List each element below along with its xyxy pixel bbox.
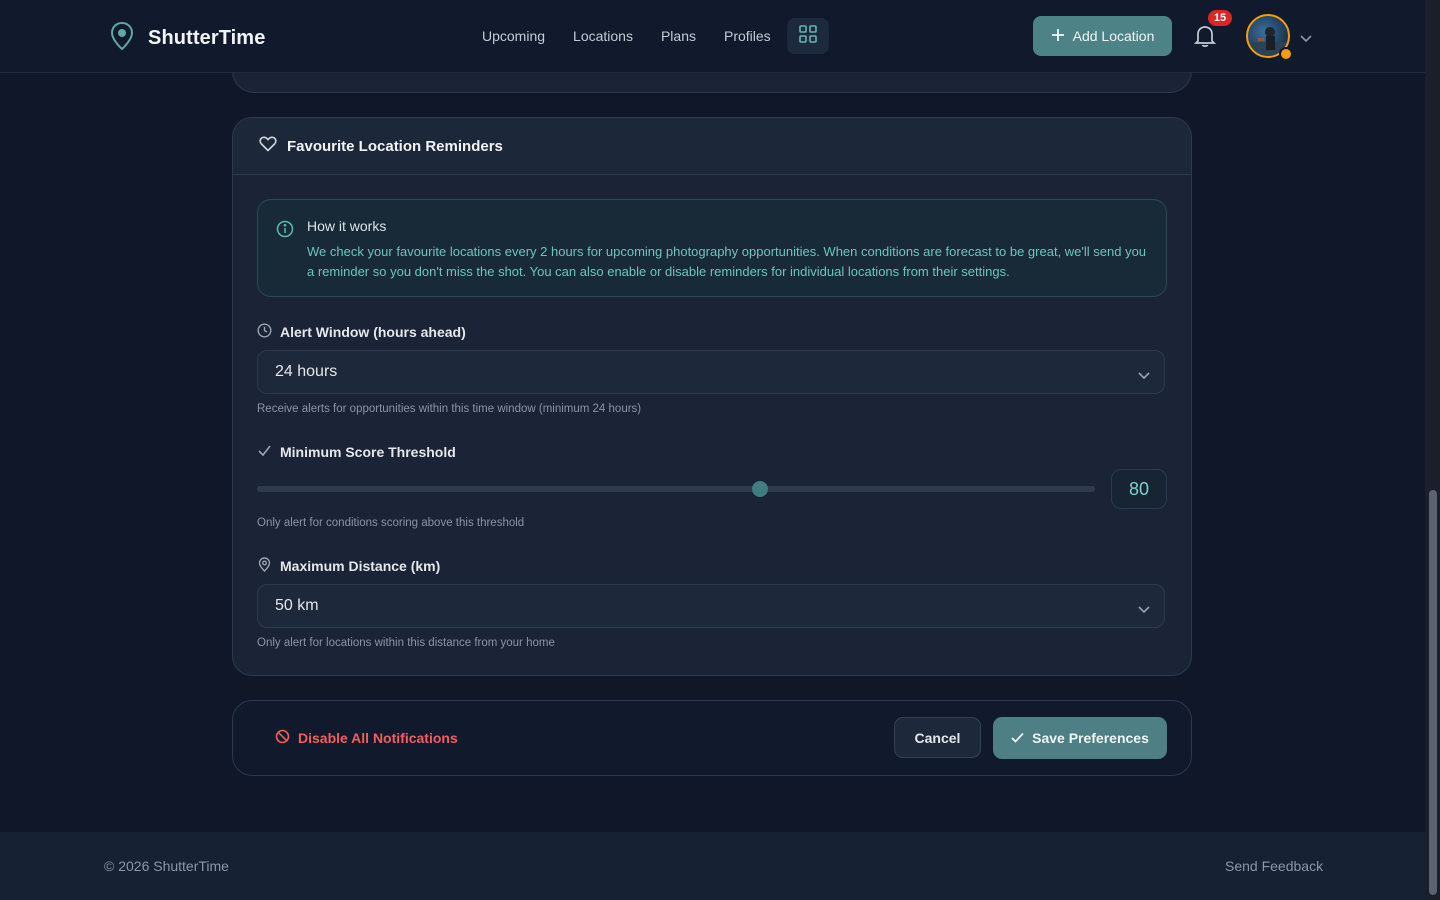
how-it-works-box: How it works We check your favourite loc… <box>257 199 1167 297</box>
ban-icon <box>275 729 290 747</box>
scrollbar-thumb[interactable] <box>1429 490 1437 895</box>
heart-icon <box>259 136 277 157</box>
add-location-label: Add Location <box>1072 28 1155 44</box>
location-pin-icon <box>257 557 272 575</box>
copyright-text: © 2026 ShutterTime <box>104 858 229 874</box>
save-preferences-label: Save Preferences <box>1032 730 1149 746</box>
nav-item-locations[interactable]: Locations <box>559 18 647 54</box>
check-icon <box>1011 730 1024 746</box>
info-icon <box>276 220 294 243</box>
notification-count-badge: 15 <box>1208 10 1232 26</box>
alert-window-label: Alert Window (hours ahead) <box>257 323 466 341</box>
nav-item-profiles[interactable]: Profiles <box>710 18 785 54</box>
max-distance-select[interactable]: 50 km <box>257 584 1165 628</box>
chevron-down-icon <box>1138 367 1150 385</box>
card-header: Favourite Location Reminders <box>233 118 1191 175</box>
grid-icon <box>798 24 817 48</box>
disable-all-label: Disable All Notifications <box>298 730 458 746</box>
alert-window-select[interactable]: 24 hours <box>257 350 1165 394</box>
cancel-button[interactable]: Cancel <box>894 717 981 758</box>
apps-grid-button[interactable] <box>786 18 829 54</box>
plus-icon <box>1051 28 1065 45</box>
add-location-button[interactable]: Add Location <box>1033 16 1172 56</box>
score-threshold-label-text: Minimum Score Threshold <box>280 444 456 460</box>
card-title: Favourite Location Reminders <box>287 137 503 155</box>
save-preferences-button[interactable]: Save Preferences <box>993 717 1167 759</box>
alert-window-hint: Receive alerts for opportunities within … <box>257 403 642 415</box>
app-logo[interactable]: ShutterTime <box>110 21 266 55</box>
score-value-box: 80 <box>1111 469 1167 509</box>
alert-window-value: 24 hours <box>275 363 338 380</box>
info-text: We check your favourite locations every … <box>307 244 1147 279</box>
page-footer: © 2026 ShutterTime Send Feedback <box>0 832 1425 900</box>
bell-icon[interactable] <box>1193 24 1217 53</box>
top-header: ShutterTime Upcoming Locations Plans Pro… <box>0 0 1425 73</box>
app-name: ShutterTime <box>148 27 266 49</box>
favourite-reminders-card: Favourite Location Reminders How it work… <box>232 117 1192 676</box>
send-feedback-link[interactable]: Send Feedback <box>1225 858 1323 874</box>
chevron-down-icon <box>1138 601 1150 619</box>
info-title: How it works <box>307 218 387 234</box>
nav-item-upcoming[interactable]: Upcoming <box>468 18 559 54</box>
score-slider-thumb[interactable] <box>751 481 768 497</box>
nav-item-plans[interactable]: Plans <box>647 18 710 54</box>
score-threshold-hint: Only alert for conditions scoring above … <box>257 517 525 529</box>
main-nav: Upcoming Locations Plans Profiles <box>468 18 829 54</box>
map-pin-logo-icon <box>110 21 134 55</box>
max-distance-label: Maximum Distance (km) <box>257 557 440 575</box>
max-distance-value: 50 km <box>275 597 319 614</box>
score-slider-track[interactable] <box>257 486 1095 492</box>
actions-card: Disable All Notifications Cancel Save Pr… <box>232 700 1192 776</box>
check-icon <box>257 443 272 461</box>
disable-all-notifications-button[interactable]: Disable All Notifications <box>275 729 458 747</box>
alert-window-label-text: Alert Window (hours ahead) <box>280 324 466 340</box>
score-threshold-label: Minimum Score Threshold <box>257 443 456 461</box>
max-distance-hint: Only alert for locations within this dis… <box>257 637 555 649</box>
chevron-down-icon[interactable] <box>1300 30 1312 48</box>
clock-icon <box>257 323 272 341</box>
max-distance-label-text: Maximum Distance (km) <box>280 558 441 574</box>
avatar-status-dot <box>1279 47 1293 61</box>
